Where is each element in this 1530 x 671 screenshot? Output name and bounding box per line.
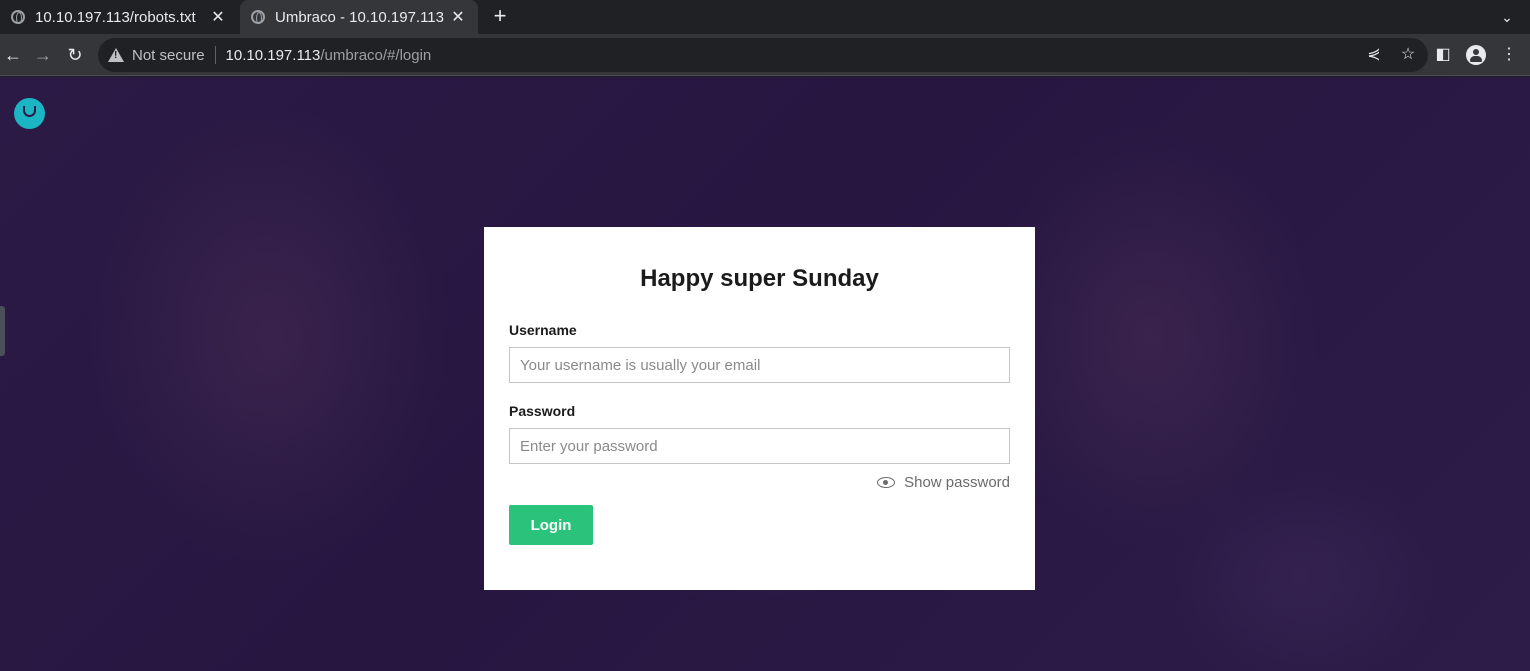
tab-title: 10.10.197.113/robots.txt bbox=[35, 8, 196, 26]
browser-toolbar: ← → ↻ Not secure 10.10.197.113 /umbraco/… bbox=[0, 34, 1530, 76]
tab-umbraco[interactable]: Umbraco - 10.10.197.113 ✕ bbox=[240, 0, 478, 34]
greeting-heading: Happy super Sunday bbox=[640, 265, 879, 292]
username-input[interactable] bbox=[509, 347, 1010, 383]
close-icon[interactable]: ✕ bbox=[208, 7, 228, 27]
tab-strip: 10.10.197.113/robots.txt ✕ Umbraco - 10.… bbox=[0, 0, 1530, 34]
address-bar[interactable]: Not secure 10.10.197.113 /umbraco/#/logi… bbox=[98, 38, 1428, 72]
star-icon[interactable]: ☆ bbox=[1396, 43, 1420, 67]
eye-icon bbox=[877, 477, 896, 488]
side-panel-icon[interactable]: ◧ bbox=[1430, 42, 1456, 68]
url-path: /umbraco/#/login bbox=[320, 46, 432, 64]
page-viewport: Happy super Sunday Username Password Sho… bbox=[0, 77, 1530, 671]
url-host: 10.10.197.113 bbox=[225, 46, 321, 64]
password-input[interactable] bbox=[509, 428, 1010, 464]
security-label[interactable]: Not secure bbox=[132, 47, 205, 64]
reload-icon[interactable]: ↻ bbox=[62, 42, 88, 68]
globe-icon bbox=[11, 10, 25, 24]
tab-title: Umbraco - 10.10.197.113 bbox=[275, 8, 444, 26]
password-label: Password bbox=[509, 403, 576, 419]
globe-icon bbox=[251, 10, 265, 24]
new-tab-button[interactable]: + bbox=[488, 4, 512, 28]
share-icon[interactable]: ⋞ bbox=[1362, 43, 1386, 67]
umbraco-logo-icon[interactable] bbox=[14, 98, 45, 129]
profile-icon[interactable] bbox=[1466, 45, 1486, 65]
username-label: Username bbox=[509, 322, 577, 338]
tab-search-icon[interactable]: ⌄ bbox=[1496, 6, 1518, 28]
side-handle[interactable] bbox=[0, 306, 5, 356]
login-button[interactable]: Login bbox=[509, 505, 593, 545]
show-password-toggle[interactable]: Show password bbox=[877, 474, 1010, 491]
show-password-label: Show password bbox=[904, 474, 1010, 491]
omnibox-actions: ⋞ ☆ bbox=[1362, 43, 1420, 67]
back-icon[interactable]: ← bbox=[0, 42, 26, 68]
menu-icon[interactable]: ⋮ bbox=[1496, 42, 1522, 68]
divider bbox=[214, 46, 216, 64]
warning-icon[interactable] bbox=[108, 47, 124, 63]
close-icon[interactable]: ✕ bbox=[448, 7, 468, 27]
login-card: Happy super Sunday Username Password Sho… bbox=[484, 227, 1035, 590]
forward-icon[interactable]: → bbox=[30, 42, 56, 68]
tab-robots[interactable]: 10.10.197.113/robots.txt ✕ bbox=[0, 0, 238, 34]
